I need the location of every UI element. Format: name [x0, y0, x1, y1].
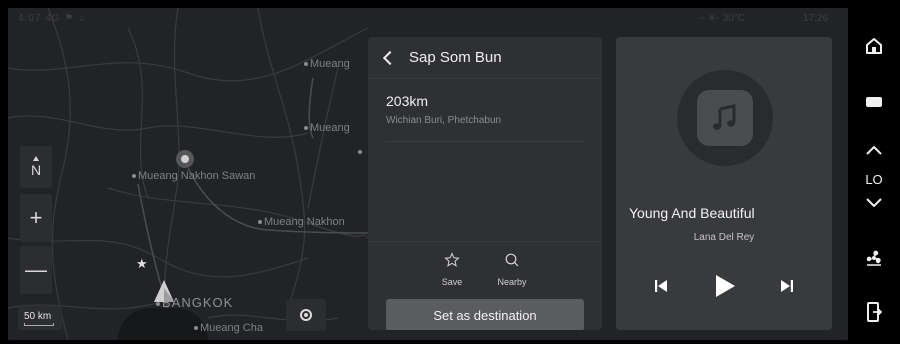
- zoom-in-label: +: [29, 205, 43, 230]
- location-pin-icon[interactable]: [176, 150, 194, 168]
- skip-back-icon: [655, 280, 667, 292]
- home-icon: [866, 38, 882, 54]
- compass-label: N: [30, 162, 42, 178]
- infotainment-screen: 4:07 4G ⚑ ♫ ◦◦ ✳◦ 30°C 17:26 Mueang Muea…: [8, 8, 848, 340]
- media-source-button[interactable]: [848, 92, 900, 112]
- zoom-out-label: —: [25, 257, 47, 282]
- vehicle-position-icon: [154, 280, 174, 302]
- door-exit-icon: [867, 302, 882, 322]
- city-label: Mueang: [304, 122, 350, 134]
- chevron-up-icon: [866, 145, 882, 155]
- nearby-button[interactable]: Nearby: [487, 252, 537, 287]
- play-icon: [716, 275, 735, 297]
- city-label: Mueang Nakhon: [258, 216, 345, 228]
- north-arrow-icon: [33, 156, 39, 161]
- city-dot: [358, 146, 364, 158]
- save-label: Save: [441, 277, 463, 287]
- climate-fan-button[interactable]: [848, 246, 900, 270]
- media-player-panel: Young And Beautiful Lana Del Rey: [616, 37, 832, 330]
- seat-button[interactable]: [848, 300, 900, 324]
- place-actions: Save Nearby: [368, 241, 602, 297]
- place-details-panel: Sap Som Bun 203km Wichian Buri, Phetchab…: [368, 37, 602, 330]
- locate-icon: [300, 309, 312, 321]
- favorite-star-icon[interactable]: ★: [136, 256, 148, 272]
- city-label: Mueang: [304, 58, 350, 70]
- play-button[interactable]: [710, 273, 740, 299]
- fan-icon: [866, 250, 881, 266]
- previous-track-button[interactable]: [646, 273, 676, 299]
- locate-me-button[interactable]: [286, 299, 326, 331]
- status-time: 17:26: [803, 13, 829, 24]
- zoom-out-button[interactable]: —: [20, 246, 52, 294]
- fan-level-label: LO: [865, 172, 883, 187]
- fan-up-button[interactable]: [848, 142, 900, 158]
- city-label: Mueang Nakhon Sawan: [132, 170, 255, 182]
- set-destination-button[interactable]: Set as destination: [386, 299, 584, 330]
- zoom-in-button[interactable]: +: [20, 194, 52, 242]
- status-bar: 4:07 4G ⚑ ♫ ◦◦ ✳◦ 30°C 17:26: [8, 8, 848, 30]
- fan-down-button[interactable]: [848, 196, 900, 210]
- right-rail: LO: [848, 0, 900, 344]
- scale-bar: [24, 323, 54, 326]
- place-header: Sap Som Bun: [368, 37, 602, 79]
- place-distance: 203km: [386, 93, 429, 109]
- home-button[interactable]: [848, 34, 900, 58]
- song-title: Young And Beautiful: [629, 205, 755, 221]
- skip-forward-icon: [781, 280, 793, 292]
- artist-name: Lana Del Rey: [693, 232, 755, 243]
- nearby-label: Nearby: [497, 277, 527, 287]
- save-button[interactable]: Save: [427, 252, 477, 287]
- back-chevron-icon[interactable]: [382, 50, 398, 65]
- place-title: Sap Som Bun: [409, 49, 502, 66]
- search-icon: [505, 253, 519, 267]
- music-note-icon: [697, 90, 753, 146]
- place-address: Wichian Buri, Phetchabun: [386, 115, 502, 126]
- next-track-button[interactable]: [772, 273, 802, 299]
- compass-button[interactable]: N: [20, 146, 52, 188]
- chevron-down-icon: [866, 198, 882, 208]
- scale-label: 50 km: [24, 311, 52, 322]
- status-left-text: 4:07 4G ⚑ ♫: [18, 13, 87, 24]
- divider: [386, 141, 586, 142]
- map-scale: 50 km: [18, 306, 62, 330]
- star-outline-icon: [444, 252, 460, 267]
- status-right-text: ◦◦ ✳◦ 30°C: [698, 13, 745, 24]
- city-label: Mueang Cha: [194, 322, 263, 334]
- album-art: [677, 70, 773, 166]
- display-icon: [866, 97, 882, 107]
